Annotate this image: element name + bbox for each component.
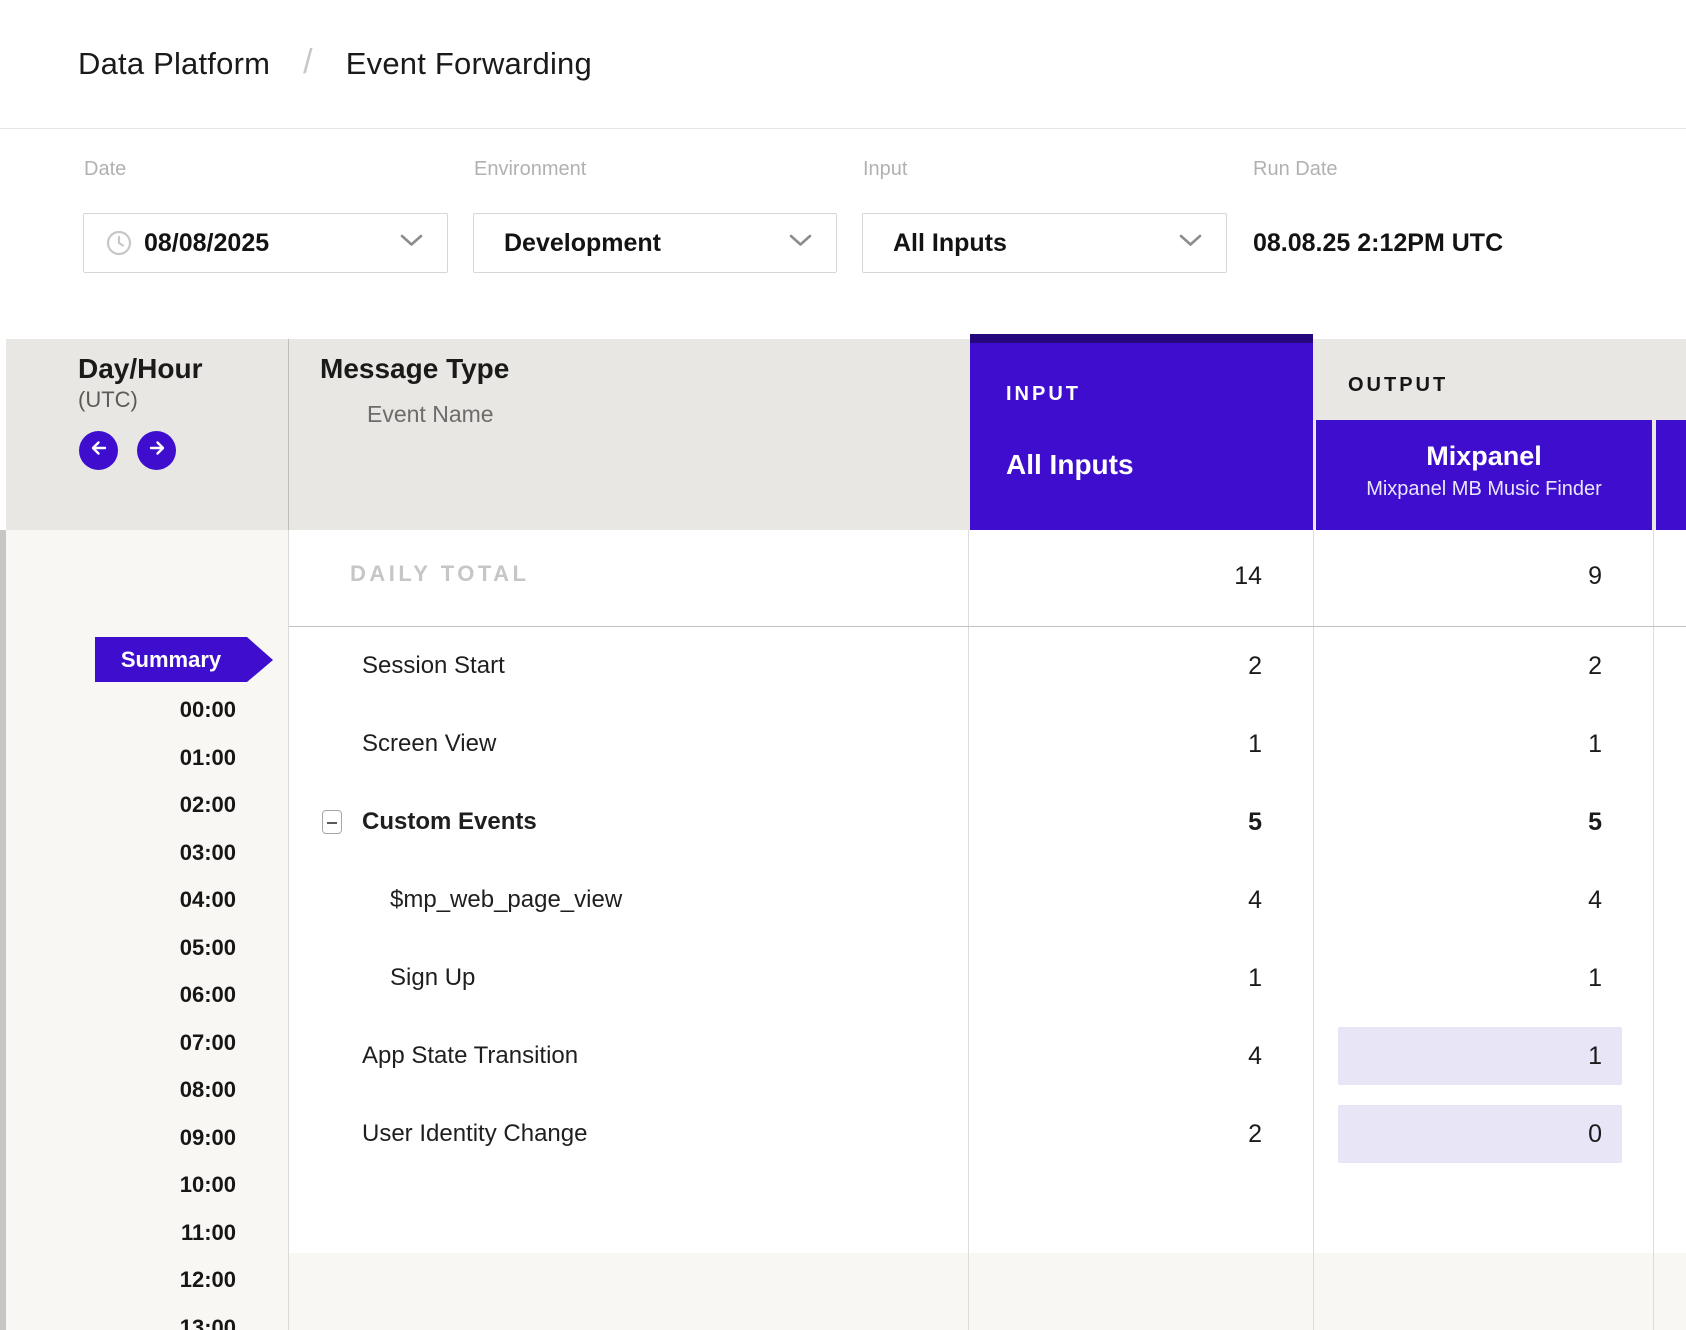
- input-value-user-identity-change: 2: [970, 1119, 1262, 1149]
- input-value-sign-up: 1: [970, 963, 1262, 993]
- left-edge: [0, 530, 6, 1330]
- environment-select[interactable]: Development: [473, 213, 837, 273]
- output-value-screen-view: 1: [1316, 729, 1602, 759]
- output-subtitle: Mixpanel MB Music Finder: [1316, 476, 1652, 502]
- clock-icon: [106, 230, 132, 256]
- output-value-app-state-transition: 1: [1316, 1041, 1602, 1071]
- run-date-value: 08.08.25 2:12PM UTC: [1253, 213, 1503, 273]
- hour-item-0800[interactable]: 08:00: [0, 1077, 236, 1103]
- date-picker[interactable]: 08/08/2025: [83, 213, 448, 273]
- hour-item-0600[interactable]: 06:00: [0, 982, 236, 1008]
- hour-item-0200[interactable]: 02:00: [0, 792, 236, 818]
- hour-item-0100[interactable]: 01:00: [0, 745, 236, 771]
- hour-item-1100[interactable]: 11:00: [0, 1220, 236, 1246]
- column-line: [1313, 530, 1314, 1330]
- hour-item-1000[interactable]: 10:00: [0, 1172, 236, 1198]
- breadcrumb: Data Platform / Event Forwarding: [0, 0, 1686, 129]
- input-section-label: INPUT: [1006, 383, 1081, 406]
- hour-item-0400[interactable]: 04:00: [0, 887, 236, 913]
- row-label-mp-web-page-view[interactable]: $mp_web_page_view: [390, 885, 622, 915]
- hour-item-1200[interactable]: 12:00: [0, 1267, 236, 1293]
- row-label-session-start[interactable]: Session Start: [362, 651, 505, 681]
- date-label: Date: [84, 156, 126, 182]
- output-column-header-mixpanel[interactable]: Mixpanel Mixpanel MB Music Finder: [1316, 420, 1652, 530]
- hour-item-1300[interactable]: 13:00: [0, 1315, 236, 1330]
- hour-item-0500[interactable]: 05:00: [0, 935, 236, 961]
- run-date-label: Run Date: [1253, 156, 1338, 182]
- row-label-app-state-transition[interactable]: App State Transition: [362, 1041, 578, 1071]
- row-label-custom-events[interactable]: Custom Events: [362, 807, 537, 837]
- hour-item-0300[interactable]: 03:00: [0, 840, 236, 866]
- output-section-label: OUTPUT: [1348, 374, 1448, 397]
- breadcrumb-separator: /: [303, 43, 313, 82]
- date-value: 08/08/2025: [144, 229, 269, 258]
- input-value-custom-events: 5: [970, 807, 1262, 837]
- collapse-icon[interactable]: [322, 810, 342, 834]
- daily-total-input-value: 14: [970, 561, 1262, 591]
- breadcrumb-data-platform[interactable]: Data Platform: [78, 46, 270, 82]
- hour-rail-summary[interactable]: Summary: [95, 637, 247, 682]
- daily-total-label: DAILY TOTAL: [350, 561, 529, 587]
- message-type-header: Message Type: [320, 352, 509, 386]
- arrow-right-icon: [146, 437, 168, 464]
- page-title: Event Forwarding: [346, 46, 592, 82]
- row-label-screen-view[interactable]: Screen View: [362, 729, 496, 759]
- rail-divider: [288, 530, 289, 1330]
- input-label: Input: [863, 156, 907, 182]
- day-hour-header: Day/Hour: [78, 352, 202, 386]
- input-value-screen-view: 1: [970, 729, 1262, 759]
- environment-value: Development: [504, 229, 661, 258]
- chevron-down-icon: [789, 234, 812, 252]
- environment-label: Environment: [474, 156, 586, 182]
- input-value-mp-web-page-view: 4: [970, 885, 1262, 915]
- table-footer-band: [289, 1253, 1686, 1330]
- previous-day-button[interactable]: [79, 431, 118, 470]
- chevron-down-icon: [400, 234, 423, 252]
- row-label-user-identity-change[interactable]: User Identity Change: [362, 1119, 587, 1149]
- input-value-app-state-transition: 4: [970, 1041, 1262, 1071]
- summary-ribbon-tip: [247, 637, 273, 682]
- next-day-button[interactable]: [137, 431, 176, 470]
- hour-item-0900[interactable]: 09:00: [0, 1125, 236, 1151]
- input-value: All Inputs: [893, 229, 1007, 258]
- arrow-left-icon: [88, 437, 110, 464]
- hour-item-0700[interactable]: 07:00: [0, 1030, 236, 1056]
- chevron-down-icon: [1179, 234, 1202, 252]
- output-value-custom-events: 5: [1316, 807, 1602, 837]
- hour-item-0000[interactable]: 00:00: [0, 697, 236, 723]
- output-value-sign-up: 1: [1316, 963, 1602, 993]
- rail-divider: [288, 339, 289, 530]
- output-value-user-identity-change: 0: [1316, 1119, 1602, 1149]
- output-value-session-start: 2: [1316, 651, 1602, 681]
- input-column-header: INPUT All Inputs: [970, 334, 1313, 530]
- input-column-name: All Inputs: [1006, 449, 1134, 481]
- column-line: [1653, 530, 1654, 1330]
- day-hour-utc: (UTC): [78, 386, 138, 413]
- daily-total-output-value: 9: [1316, 561, 1602, 591]
- input-select[interactable]: All Inputs: [862, 213, 1227, 273]
- event-forwarding-page: Data Platform / Event Forwarding Date En…: [0, 0, 1686, 1330]
- column-line: [968, 530, 969, 1330]
- event-name-subheader: Event Name: [367, 400, 494, 428]
- row-label-sign-up[interactable]: Sign Up: [390, 963, 475, 993]
- input-value-session-start: 2: [970, 651, 1262, 681]
- next-output-column-partial: [1656, 420, 1686, 530]
- output-value-mp-web-page-view: 4: [1316, 885, 1602, 915]
- daily-total-separator: [289, 626, 1686, 627]
- output-name: Mixpanel: [1316, 440, 1652, 472]
